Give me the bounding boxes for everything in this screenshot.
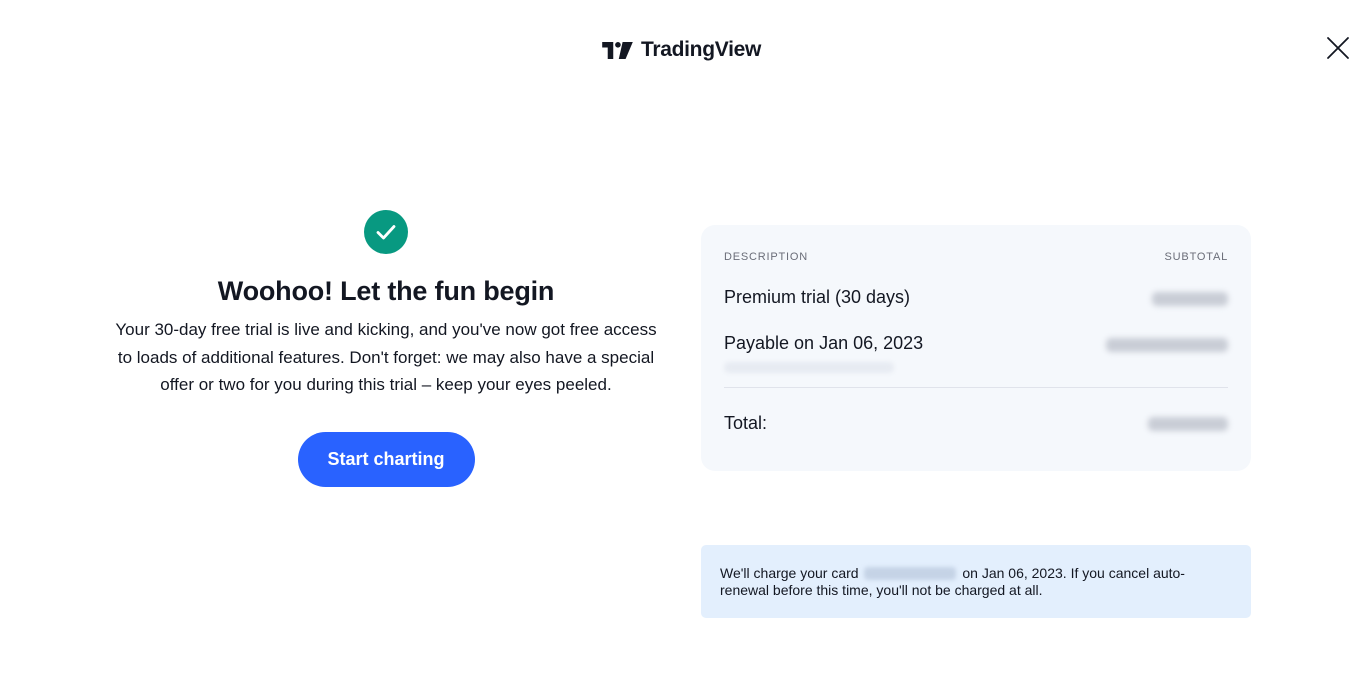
summary-divider [724,387,1228,388]
payable-label-group: Payable on Jan 06, 2023 [724,333,923,373]
success-badge [364,210,408,254]
notice-prefix: We'll charge your card [720,565,859,581]
close-button[interactable] [1324,34,1352,62]
page-title: Woohoo! Let the fun begin [217,276,555,306]
trial-confirmation-page: TradingView Woohoo! Let the fun begin Yo… [0,0,1364,690]
success-description: Your 30-day free trial is live and kicki… [115,320,657,394]
summary-row-trial: Premium trial (30 days) [724,287,1228,308]
tradingview-logo-icon [602,41,633,59]
summary-header: DESCRIPTION SUBTOTAL [724,251,1228,263]
payable-label: Payable on Jan 06, 2023 [724,333,924,353]
success-panel: Woohoo! Let the fun begin Your 30-day fr… [100,210,672,487]
brand-name: TradingView [641,38,762,61]
subtotal-column-header: SUBTOTAL [1164,251,1228,263]
card-number-redacted [864,567,957,580]
trial-label: Premium trial (30 days) [724,287,911,307]
close-icon [1327,37,1349,59]
brand-logo[interactable]: TradingView [602,36,761,64]
summary-row-total: Total: [724,413,1228,434]
check-icon [376,225,396,240]
payable-sublabel-redacted [724,362,894,373]
billing-notice: We'll charge your card on Jan 06, 2023. … [701,545,1251,618]
description-column-header: DESCRIPTION [724,251,808,263]
summary-row-payable: Payable on Jan 06, 2023 [724,333,1228,373]
payable-price-redacted [1106,338,1228,352]
order-summary-card: DESCRIPTION SUBTOTAL Premium trial (30 d… [701,225,1251,471]
trial-price-redacted [1152,292,1228,306]
start-charting-button[interactable]: Start charting [297,431,475,487]
total-label: Total: [724,413,768,433]
total-price-redacted [1148,416,1228,431]
